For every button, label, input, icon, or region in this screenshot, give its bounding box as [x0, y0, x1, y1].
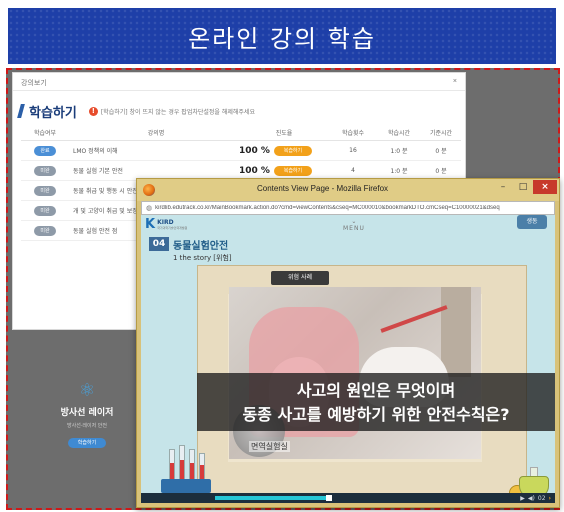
minimize-button[interactable]: –: [493, 180, 513, 194]
progress-value: 100 %: [239, 165, 270, 176]
player-controls: ▶ ◀) 02 ›: [520, 493, 551, 503]
page-title: 학습하기: [29, 105, 77, 121]
title-banner: 온라인 강의 학습: [8, 8, 556, 64]
col-title: 강의명: [147, 130, 165, 137]
volume-icon[interactable]: ◀): [528, 495, 535, 502]
logo-letter: K: [145, 217, 156, 232]
col-progress: 진도율: [275, 130, 293, 137]
status-badge: 완료: [34, 145, 56, 156]
subtitle-line-2: 동종 사고를 예방하기 위한 안전수칙은?: [242, 405, 510, 424]
close-button[interactable]: ×: [533, 180, 557, 194]
chapter-subtitle: 1 the story [위험]: [173, 254, 232, 262]
course-card-subtitle: 방사선·레이저 안전: [67, 423, 107, 429]
page-header: 학습하기 ! [학습하기] 창이 뜨지 않는 경우 팝업차단설정을 해제해주세요: [13, 91, 465, 121]
col-status: 학습여부: [33, 130, 57, 137]
seek-handle[interactable]: [326, 495, 332, 501]
firefox-window: Contents View Page - Mozilla Firefox – □…: [136, 178, 560, 508]
title-accent-bar: [17, 104, 25, 118]
menu-label: MENU: [343, 225, 365, 232]
col-time: 학습시간: [387, 130, 411, 137]
std-time: 0 분: [435, 148, 447, 155]
study-count: 4: [351, 167, 355, 174]
next-button[interactable]: ›: [549, 495, 551, 502]
status-badge: 미완: [34, 225, 56, 236]
view-mode-button[interactable]: 생동: [517, 215, 547, 229]
photo-background: [441, 287, 471, 377]
window-title: Contents View Page - Mozilla Firefox: [257, 184, 389, 193]
col-std-time: 기준시간: [429, 130, 453, 137]
page-number: 02: [537, 494, 546, 502]
play-icon[interactable]: ▶: [520, 495, 525, 502]
progress-fill: [215, 496, 329, 500]
info-icon: !: [88, 106, 98, 116]
status-badge: 미완: [34, 185, 56, 196]
menu-button[interactable]: ⌄ MENU: [343, 219, 365, 233]
window-controls: – □ ×: [493, 180, 557, 194]
review-button[interactable]: 복습하기: [273, 145, 312, 156]
course-card-title: 방사선 레이저: [60, 408, 114, 418]
status-badge: 미완: [34, 205, 56, 216]
url-bar[interactable]: ◍ kirdlib.edutrack.co.kr/MainBookmark.ac…: [141, 201, 555, 215]
study-time: 1:0 분: [390, 148, 408, 155]
window-titlebar[interactable]: Contents View Page - Mozilla Firefox – □…: [137, 179, 559, 201]
kird-logo: K KIRD 국가과학기술인력개발원: [145, 217, 187, 232]
study-count: 16: [349, 147, 357, 154]
progress-value: 100 %: [239, 145, 270, 156]
screen: 온라인 강의 학습 강의보기 × 학습하기 ! [학습하기] 창이 뜨지 않는 …: [0, 0, 564, 512]
lecture-title[interactable]: 동물 실험 기본 안전: [69, 166, 239, 175]
chapter-number: 04: [149, 237, 169, 251]
review-button[interactable]: 복습하기: [273, 165, 312, 176]
study-button[interactable]: 학습하기: [68, 438, 106, 448]
firefox-logo-icon: [143, 184, 155, 196]
subtitle-line-1: 사고의 원인은 무엇이며: [296, 381, 456, 400]
banner-title: 온라인 강의 학습: [188, 24, 376, 53]
test-tubes-icon: [161, 445, 211, 493]
logo-name: KIRD: [157, 219, 174, 226]
url-text: kirdlib.edutrack.co.kr/MainBookmark.acti…: [155, 205, 500, 211]
chapter-title: 동물실험안전: [173, 241, 229, 252]
page-topbar: 강의보기 ×: [13, 73, 465, 91]
close-icon[interactable]: ×: [453, 78, 457, 85]
globe-icon: ◍: [146, 204, 153, 212]
cell-label: 면역실험실: [249, 441, 290, 452]
case-tag: 위험 사례: [271, 271, 329, 285]
logo-subtitle: 국가과학기술인력개발원: [157, 226, 188, 230]
status-badge: 미완: [34, 165, 56, 176]
page-topbar-title: 강의보기: [21, 80, 47, 87]
table-header: 학습여부 강의명 진도율 학습횟수 학습시간 기준시간: [21, 125, 461, 141]
study-time: 1:0 분: [390, 168, 408, 175]
lecture-player: K KIRD 국가과학기술인력개발원 ⌄ MENU 생동 04 동물실험안전 1…: [141, 215, 555, 503]
col-count: 학습횟수: [341, 130, 365, 137]
lecture-title[interactable]: LMO 정책의 이해: [69, 146, 239, 155]
popup-notice: ! [학습하기] 창이 뜨지 않는 경우 팝업차단설정을 해제해주세요: [88, 106, 255, 116]
course-card-radiation: ⚛ 방사선 레이저 방사선·레이저 안전 학습하기: [42, 380, 132, 448]
maximize-button[interactable]: □: [513, 180, 533, 194]
std-time: 0 분: [435, 168, 447, 175]
syringe-image: [380, 305, 448, 333]
player-bar[interactable]: ▶ ◀) 02 ›: [141, 493, 555, 503]
atom-icon: ⚛: [78, 380, 96, 401]
table-row: 완료 LMO 정책의 이해 100 % 복습하기 16 1:0 분 0 분: [21, 141, 461, 161]
popup-notice-text: [학습하기] 창이 뜨지 않는 경우 팝업차단설정을 해제해주세요: [100, 108, 255, 116]
